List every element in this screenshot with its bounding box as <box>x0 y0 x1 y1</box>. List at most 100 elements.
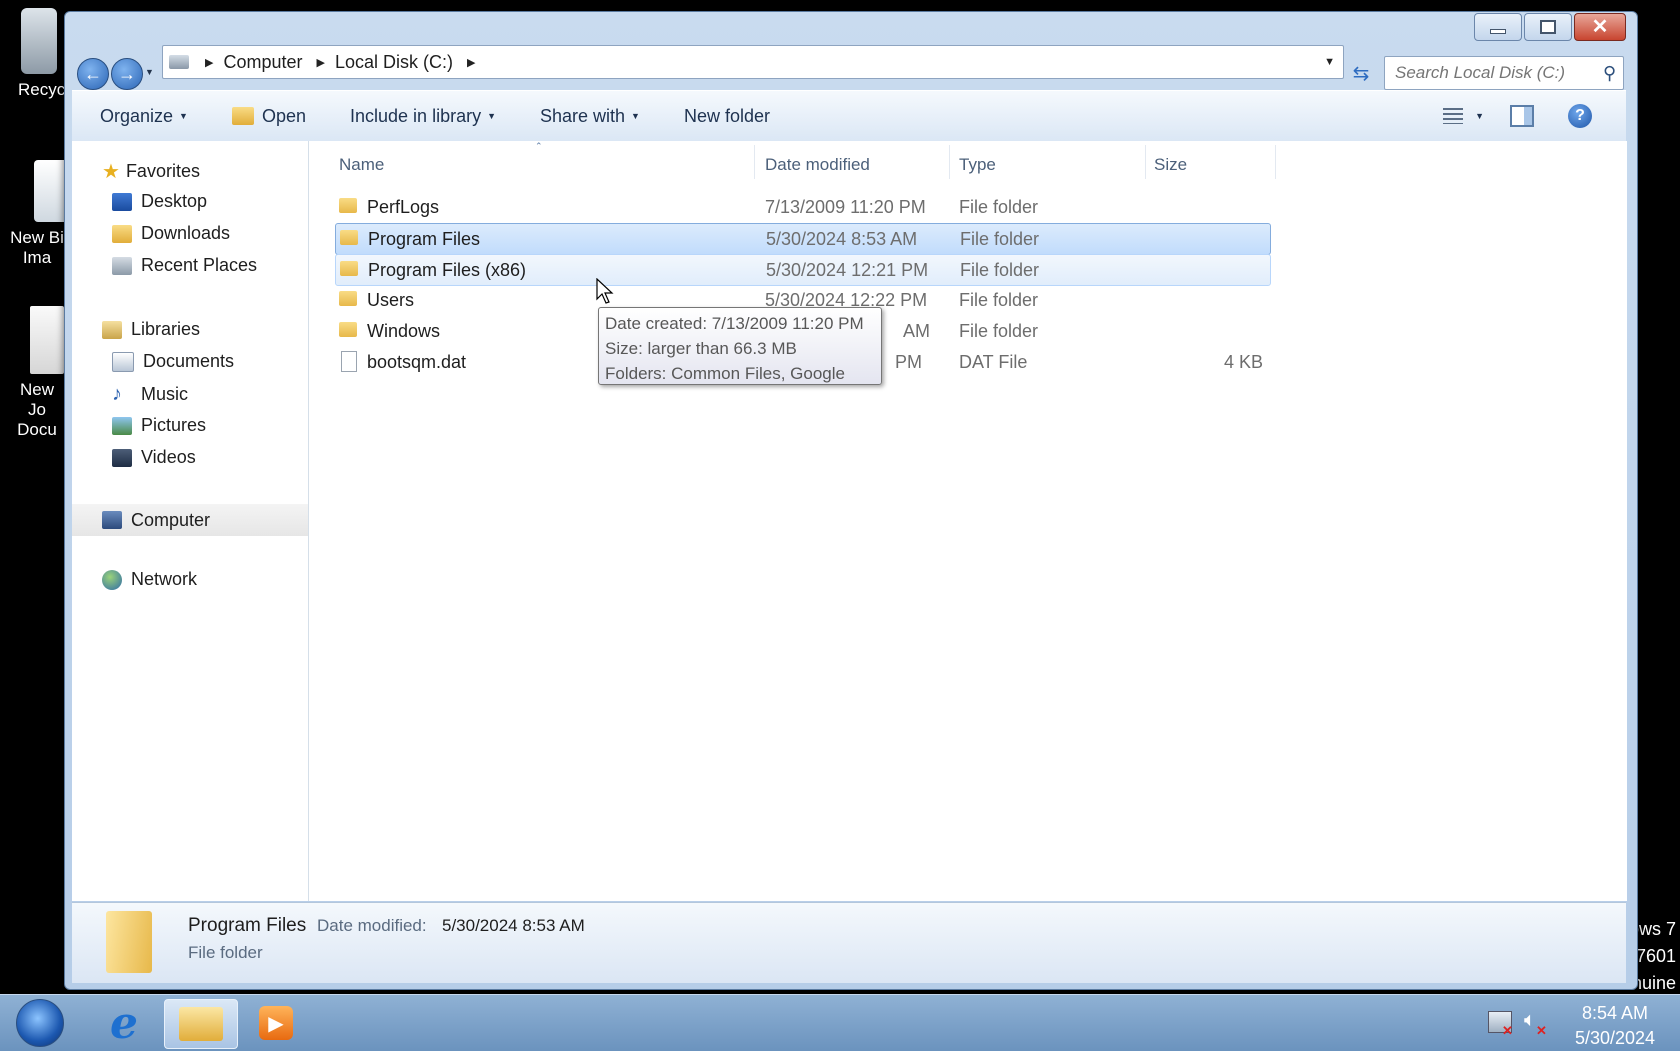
forward-button[interactable]: → <box>111 58 143 90</box>
nav-label: Pictures <box>141 415 207 435</box>
column-header-size[interactable]: Size <box>1154 155 1187 175</box>
column-divider[interactable] <box>949 145 950 179</box>
details-date-value: 5/30/2024 8:53 AM <box>442 916 585 935</box>
column-header-date-modified[interactable]: Date modified <box>765 155 870 175</box>
videos-icon <box>112 448 132 467</box>
nav-label: Downloads <box>141 223 231 243</box>
back-arrow-icon: ← <box>84 63 102 84</box>
open-label: Open <box>261 105 307 126</box>
clock-time: 8:54 AM <box>1581 1003 1649 1023</box>
breadcrumb-separator-icon[interactable]: ▶ <box>205 56 213 69</box>
tray-volume-icon[interactable]: 🔈︎ <box>1524 1009 1536 1032</box>
nav-downloads[interactable]: Downloads <box>112 223 230 244</box>
details-date-label: Date modified: <box>317 916 427 935</box>
journal-document-icon <box>30 306 64 374</box>
address-bar[interactable]: ▶ Computer ▶ Local Disk (C:) ▶ ▼ <box>162 45 1344 79</box>
share-with-label: Share with <box>540 105 626 126</box>
folder-icon <box>340 261 358 276</box>
pictures-icon <box>112 416 132 435</box>
folder-info-tooltip: Date created: 7/13/2009 11:20 PM Size: l… <box>598 307 882 385</box>
include-in-library-menu[interactable]: Include in library ▼ <box>350 106 496 127</box>
new-folder-button[interactable]: New folder <box>684 106 770 127</box>
column-divider[interactable] <box>1145 145 1146 179</box>
downloads-icon <box>112 224 132 243</box>
nav-label: Computer <box>131 509 211 530</box>
recent-pages-dropdown[interactable]: ▼ <box>145 67 154 77</box>
nav-libraries[interactable]: Libraries <box>102 319 200 340</box>
open-button[interactable]: Open <box>231 105 307 127</box>
recycle-bin-icon <box>21 8 57 74</box>
close-button[interactable]: ✕ <box>1574 13 1626 41</box>
nav-computer[interactable]: Computer <box>72 504 308 536</box>
refresh-button[interactable]: ⇆ <box>1346 56 1376 90</box>
folder-icon <box>339 291 357 306</box>
nav-label: Network <box>131 569 198 589</box>
nav-videos[interactable]: Videos <box>112 447 196 468</box>
nav-desktop[interactable]: Desktop <box>112 191 207 212</box>
search-input[interactable] <box>1393 62 1597 84</box>
include-in-library-label: Include in library <box>350 105 482 126</box>
tooltip-date-created: Date created: 7/13/2009 11:20 PM <box>605 314 864 333</box>
preview-pane-icon <box>1510 105 1534 127</box>
breadcrumb-computer[interactable]: Computer <box>223 52 302 73</box>
breadcrumb-separator-icon[interactable]: ▶ <box>317 56 325 69</box>
refresh-icon: ⇆ <box>1352 62 1370 85</box>
help-button[interactable]: ? <box>1568 104 1592 128</box>
column-divider[interactable] <box>754 145 755 179</box>
back-button[interactable]: ← <box>77 58 109 90</box>
restore-icon <box>1540 20 1556 34</box>
search-box[interactable]: ⚲ <box>1384 56 1624 90</box>
watermark-line: 7601 <box>1636 946 1676 966</box>
network-globe-icon <box>102 569 122 590</box>
search-icon[interactable]: ⚲ <box>1603 63 1616 84</box>
sort-indicator-icon: ⌃ <box>535 141 543 151</box>
tray-network-error-icon: ✕ <box>1502 1023 1513 1038</box>
navigation-pane: ★ Favorites Desktop Downloads Recent Pla… <box>72 141 309 901</box>
breadcrumb-local-disk[interactable]: Local Disk (C:) <box>335 52 453 73</box>
clock[interactable]: 8:54 AM 5/30/2024 <box>1560 1001 1670 1051</box>
share-with-menu[interactable]: Share with ▼ <box>540 106 640 127</box>
windows-explorer-icon <box>179 1007 223 1041</box>
chevron-down-icon: ▼ <box>1475 111 1484 121</box>
file-type: DAT File <box>959 352 1028 372</box>
file-date: 5/30/2024 12:21 PM <box>766 260 929 280</box>
details-pane: Program Files Date modified: 5/30/2024 8… <box>72 902 1626 983</box>
nav-music[interactable]: ♪ Music <box>112 383 188 406</box>
close-icon: ✕ <box>1591 16 1609 38</box>
preview-pane-button[interactable] <box>1510 105 1534 127</box>
file-date: PM <box>895 352 922 372</box>
minimize-button[interactable] <box>1474 13 1522 41</box>
column-header-type[interactable]: Type <box>959 155 996 175</box>
column-divider[interactable] <box>1275 145 1276 179</box>
desktop-icon <box>112 192 132 211</box>
nav-recent-places[interactable]: Recent Places <box>112 255 257 276</box>
view-options-button[interactable]: ▼ <box>1443 108 1484 124</box>
recent-places-icon <box>112 256 132 275</box>
maximize-button[interactable] <box>1524 13 1572 41</box>
details-item-type: File folder <box>188 943 263 962</box>
nav-pictures[interactable]: Pictures <box>112 415 206 436</box>
taskbar-media-player[interactable]: ▶ <box>240 999 312 1047</box>
breadcrumb-separator-icon[interactable]: ▶ <box>467 56 475 69</box>
taskbar-windows-explorer[interactable] <box>164 999 238 1049</box>
computer-icon <box>102 511 122 529</box>
nav-network[interactable]: Network <box>102 569 197 590</box>
file-type: File folder <box>959 321 1039 341</box>
file-type: File folder <box>959 197 1039 217</box>
nav-label: Music <box>141 384 189 404</box>
image-file-icon <box>34 160 68 222</box>
nav-label: Desktop <box>141 191 208 211</box>
documents-icon <box>112 351 134 372</box>
minimize-icon <box>1490 28 1506 34</box>
address-history-dropdown-icon[interactable]: ▼ <box>1324 56 1335 68</box>
column-header-name[interactable]: Name <box>339 155 384 175</box>
nav-favorites[interactable]: ★ Favorites <box>102 159 200 184</box>
nav-documents[interactable]: Documents <box>112 351 234 372</box>
file-row[interactable]: Program Files (x86) 5/30/2024 12:21 PM F… <box>335 254 1271 286</box>
file-row[interactable]: PerfLogs 7/13/2009 11:20 PM File folder <box>335 192 1269 222</box>
organize-menu[interactable]: Organize ▼ <box>100 106 188 127</box>
start-button[interactable] <box>2 999 78 1047</box>
taskbar-internet-explorer[interactable]: e <box>88 998 160 1049</box>
nav-label: Recent Places <box>141 255 258 275</box>
file-row[interactable]: Program Files 5/30/2024 8:53 AM File fol… <box>335 223 1271 255</box>
